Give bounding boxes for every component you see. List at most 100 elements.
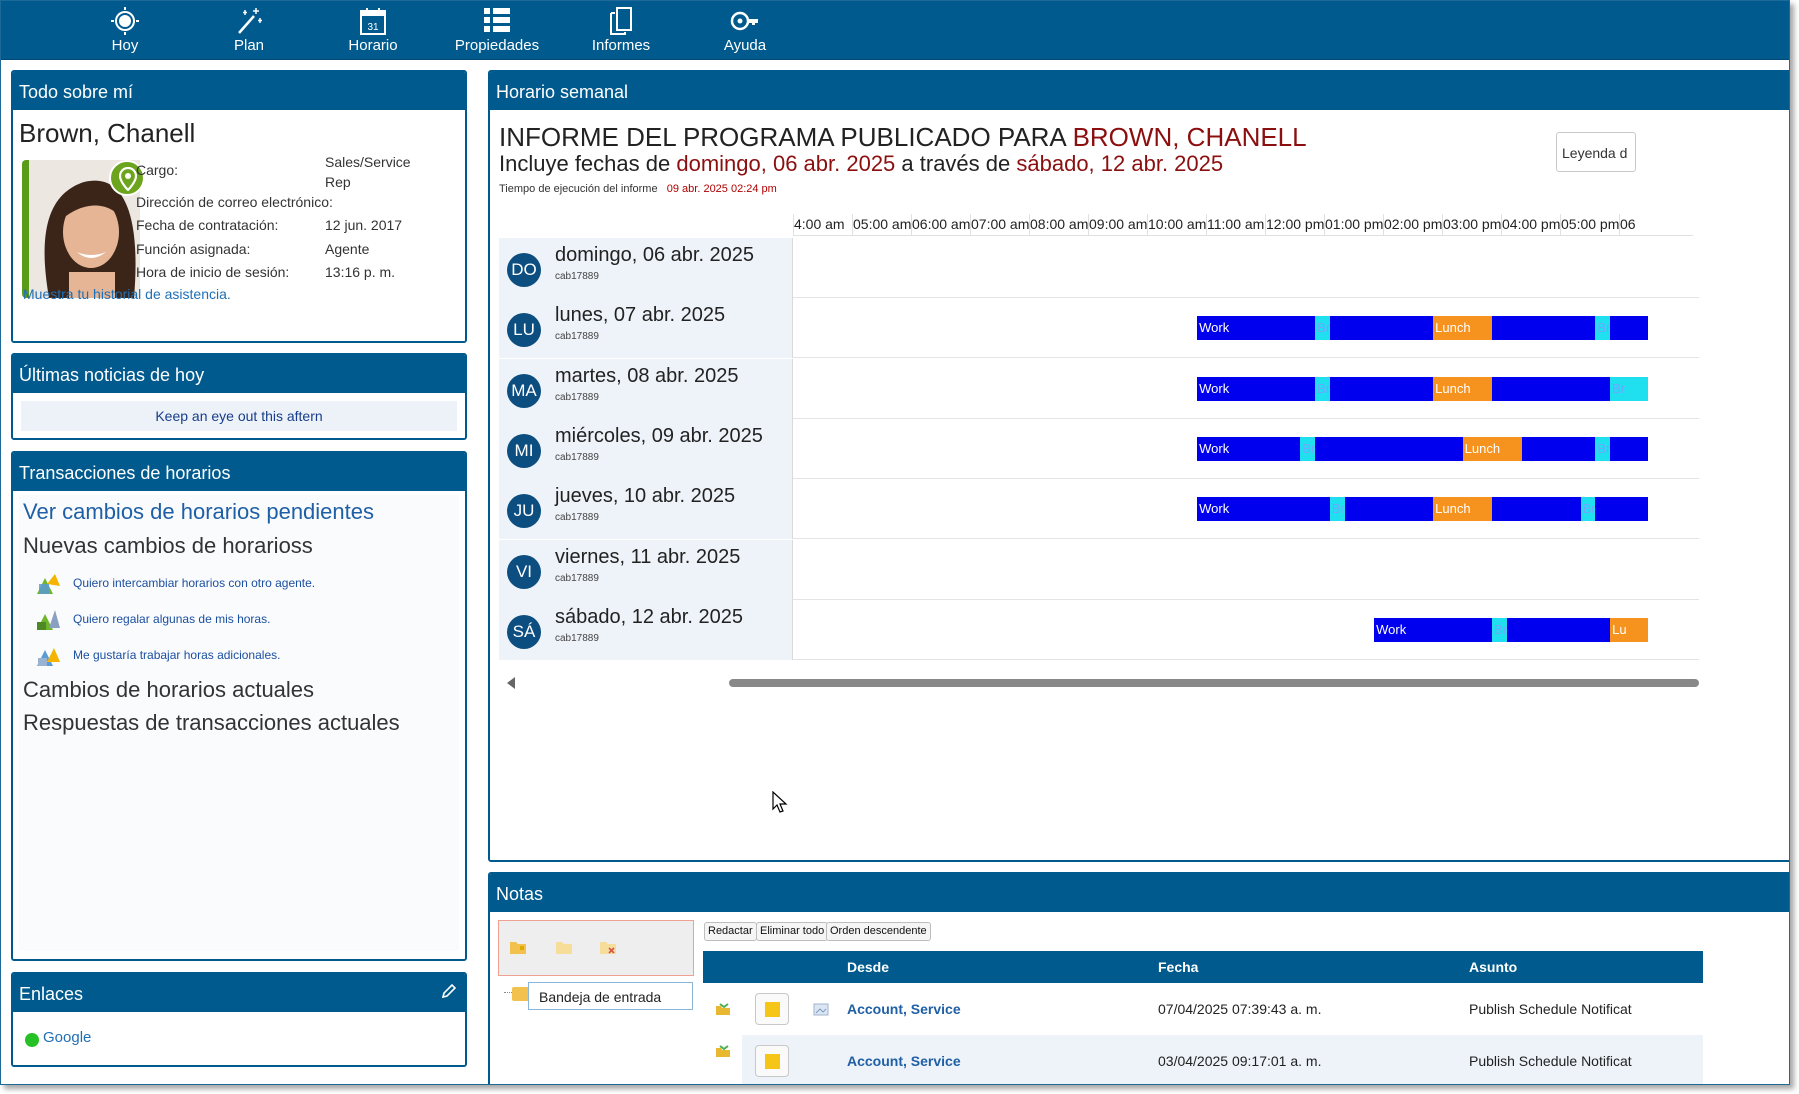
note-from[interactable]: Account, Service	[847, 1001, 961, 1017]
day-header: JU jueves, 10 abr. 2025 cab17889	[499, 479, 793, 540]
shift-segment-lunch[interactable]: Lunch	[1433, 497, 1493, 522]
give-hours-label[interactable]: Quiero regalar algunas de mis horas.	[73, 612, 270, 626]
shift-segment-work[interactable]	[1492, 497, 1581, 522]
inbox-folder[interactable]: Bandeja de entrada	[528, 982, 693, 1010]
day-code: cab17889	[555, 391, 599, 403]
nav-horario[interactable]: 31 Horario	[318, 1, 428, 60]
field-label-hire-date: Fecha de contratación:	[136, 217, 279, 233]
current-responses-link[interactable]: Respuestas de transacciones actuales	[23, 710, 400, 736]
horizontal-scrollbar[interactable]	[499, 676, 1699, 690]
shift-segment-work[interactable]	[1595, 497, 1649, 522]
weekly-schedule-panel: Horario semanal INFORME DEL PROGRAMA PUB…	[488, 70, 1789, 862]
shift-segment-break[interactable]: Br	[1329, 497, 1345, 522]
day-code: cab17889	[555, 572, 599, 584]
day-badge: MI	[507, 433, 541, 468]
day-name: sábado, 12 abr. 2025	[555, 605, 743, 628]
shift-segment-break[interactable]: Br	[1580, 497, 1596, 522]
note-row[interactable]: Account, Service 07/04/2025 07:39:43 a. …	[703, 983, 1703, 1035]
nav-label: Horario	[348, 37, 398, 54]
day-code: cab17889	[555, 271, 599, 282]
open-note-button[interactable]	[755, 993, 789, 1025]
time-tick-label: 05:00 am	[853, 216, 912, 232]
shift-segment-work[interactable]	[1492, 316, 1596, 341]
extra-hours-label[interactable]: Me gustaría trabajar horas adicionales.	[73, 648, 280, 662]
scroll-left-arrow-icon[interactable]	[507, 677, 515, 689]
new-changes-heading: Nuevas cambios de horarioss	[23, 533, 313, 558]
folder-toolbar	[498, 920, 694, 976]
links-panel: Enlaces Google	[11, 972, 467, 1067]
swap-shift-label[interactable]: Quiero intercambiar horarios con otro ag…	[73, 576, 315, 590]
shift-segment-break[interactable]: Br	[1315, 316, 1330, 341]
shift-segment-work[interactable]	[1506, 617, 1611, 642]
note-date: 07/04/2025 07:39:43 a. m.	[1158, 1001, 1322, 1017]
time-tick-label: 02:00 pm	[1384, 216, 1443, 232]
scroll-thumb[interactable]	[729, 679, 1699, 687]
nav-propiedades[interactable]: Propiedades	[442, 1, 552, 60]
time-tick-label: 07:00 am	[971, 216, 1030, 232]
run-time-value: 09 abr. 2025 02:24 pm	[666, 183, 777, 195]
shift-segment-work[interactable]: Work	[1374, 617, 1493, 642]
shift-segment-lunch[interactable]: Lunch	[1433, 316, 1493, 341]
shift-segment-break[interactable]: Br	[1610, 376, 1649, 401]
note-from[interactable]: Account, Service	[847, 1053, 961, 1069]
time-tick-label: 08:00 am	[1030, 216, 1089, 232]
day-row: LU lunes, 07 abr. 2025 cab17889 Work Br Lunch…	[499, 298, 1699, 359]
sort-descending-button[interactable]: Orden descendente	[826, 922, 931, 941]
shift-segment-work[interactable]	[1344, 497, 1434, 522]
time-tick-label: 06:00 am	[912, 216, 971, 232]
shift-segment-work[interactable]	[1521, 436, 1596, 461]
current-changes-link[interactable]: Cambios de horarios actuales	[23, 677, 314, 703]
shift-segment-lunch[interactable]: Lunch	[1462, 436, 1522, 461]
attendance-history-link[interactable]: Muestra tu historial de asistencia.	[23, 286, 231, 302]
field-value-cargo: Sales/Service Rep	[325, 154, 411, 190]
shift-segment-lunch[interactable]: Lunch	[1433, 376, 1493, 401]
shift-segment-break[interactable]: Br	[1315, 376, 1330, 401]
pending-changes-link[interactable]: Ver cambios de horarios pendientes	[23, 499, 374, 525]
nav-informes[interactable]: Informes	[566, 1, 676, 60]
shift-segment-work[interactable]	[1610, 316, 1649, 341]
compose-button[interactable]: Redactar	[704, 922, 757, 941]
day-header: SÁ sábado, 12 abr. 2025 cab17889	[499, 599, 793, 660]
shift-segment-break[interactable]: Br	[1492, 617, 1507, 642]
shift-segment-work[interactable]: Work	[1197, 436, 1301, 461]
open-note-button[interactable]	[755, 1045, 789, 1077]
rename-folder-icon[interactable]	[555, 939, 573, 955]
run-time-label: Tiempo de ejecución del informe	[499, 183, 658, 195]
shift-segment-work[interactable]	[1329, 316, 1434, 341]
message-image-icon	[813, 1003, 829, 1016]
link-google[interactable]: Google	[43, 1029, 91, 1046]
time-tick-label: 05:00 pm	[1561, 216, 1620, 232]
shift-segment-work[interactable]	[1329, 376, 1434, 401]
shift-segment-work[interactable]: Work	[1197, 497, 1330, 522]
column-from[interactable]: Desde	[847, 959, 889, 975]
shift-segment-work[interactable]: Work	[1197, 376, 1316, 401]
shift-segment-lunch[interactable]: Lu	[1610, 617, 1649, 642]
day-name: miércoles, 09 abr. 2025	[555, 424, 763, 447]
shift-segment-break[interactable]: Br	[1595, 436, 1611, 461]
column-subject[interactable]: Asunto	[1469, 959, 1517, 975]
nav-plan[interactable]: Plan	[194, 1, 304, 60]
edit-pencil-icon[interactable]	[441, 983, 457, 999]
report-title: INFORME DEL PROGRAMA PUBLICADO PARA BROW…	[499, 122, 1307, 153]
new-folder-icon[interactable]	[509, 939, 527, 955]
shift-segment-break[interactable]: Br	[1300, 436, 1316, 461]
shift-segment-work[interactable]	[1315, 436, 1463, 461]
nav-ayuda[interactable]: Ayuda	[690, 1, 800, 60]
day-badge: MA	[507, 373, 541, 408]
note-subject: Publish Schedule Notificat	[1469, 1053, 1632, 1069]
notes-title: Notas	[490, 874, 1789, 912]
note-row[interactable]: Account, Service 03/04/2025 09:17:01 a. …	[716, 1035, 1703, 1084]
links-title: Enlaces	[13, 974, 465, 1012]
day-header: DO domingo, 06 abr. 2025 cab17889	[499, 238, 793, 298]
shift-segment-work[interactable]	[1610, 436, 1649, 461]
shift-segment-work[interactable]	[1492, 376, 1611, 401]
day-badge: VI	[507, 554, 541, 589]
column-date[interactable]: Fecha	[1158, 959, 1198, 975]
nav-label: Informes	[591, 37, 651, 54]
legend-button[interactable]: Leyenda d	[1556, 132, 1636, 172]
shift-segment-work[interactable]: Work	[1197, 316, 1316, 341]
nav-hoy[interactable]: Hoy	[70, 1, 180, 60]
shift-segment-break[interactable]: Br	[1595, 316, 1611, 341]
delete-folder-icon[interactable]	[599, 939, 617, 955]
delete-all-button[interactable]: Eliminar todo	[756, 922, 829, 941]
